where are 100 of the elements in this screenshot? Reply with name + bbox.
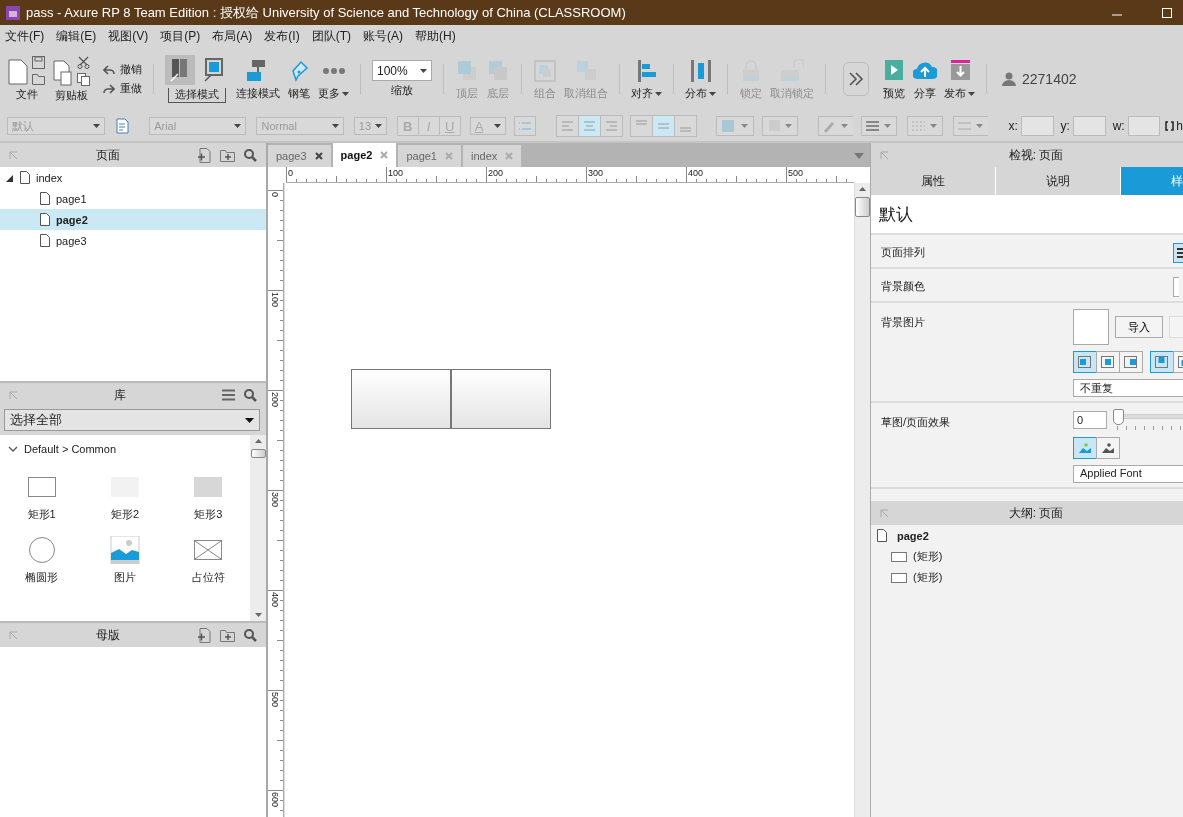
search-icon[interactable] [244,628,257,642]
toolbar-button[interactable]: 分享 [913,57,937,101]
toolbar-button[interactable]: 连接模式 [236,57,280,101]
arrow-style-icon[interactable] [952,116,989,136]
menu-item[interactable]: 账号(A) [363,28,403,45]
library-dropdown[interactable]: 选择全部 [4,409,260,431]
maximize-icon[interactable] [1161,6,1173,19]
pencil-icon[interactable] [817,116,854,136]
menu-item[interactable]: 视图(V) [108,28,149,45]
rectangle-widget[interactable] [451,369,551,429]
scrollbar-thumb[interactable] [250,449,266,458]
library-widget[interactable]: 占位符 [166,536,250,585]
page-tree-item[interactable]: index [0,167,266,188]
page-tab[interactable]: page1 [398,145,461,167]
page-tab[interactable]: index [463,145,522,167]
page-tree-item[interactable]: page3 [0,230,266,251]
inspector-tab[interactable]: 说明 [996,167,1120,195]
collapse-arrow-icon[interactable] [880,150,889,160]
library-widget[interactable]: 矩形3 [166,473,250,522]
menu-item[interactable]: 编辑(E) [56,28,97,45]
new-page-icon[interactable] [8,59,28,85]
shadow-icon[interactable] [761,116,798,136]
menu-item[interactable]: 项目(P) [160,28,201,45]
scrollbar[interactable] [854,183,870,817]
scroll-up-icon[interactable] [254,439,262,443]
scrollbar-thumb[interactable] [855,197,870,217]
toolbar-button[interactable]: 预览 [882,57,906,101]
add-page-icon[interactable] [197,147,211,163]
collapse-arrow-icon[interactable] [9,150,18,160]
search-icon[interactable] [244,388,257,402]
toolbar-button[interactable]: 分布 [685,57,716,101]
coordinate-field[interactable] [1020,116,1054,136]
close-icon[interactable] [314,152,323,160]
page-tree-item[interactable]: page2 [0,209,266,230]
folder-icon[interactable] [32,73,46,85]
sketch-value-field[interactable]: 0 [1073,411,1107,429]
page-tab[interactable]: page2 [332,143,397,167]
page-tab[interactable]: page3 [268,145,331,167]
menu-item[interactable]: 布局(A) [212,28,253,45]
collapse-arrow-icon[interactable] [9,630,18,640]
collapse-arrow-icon[interactable] [880,508,889,518]
toolbar-button[interactable]: 发布 [944,57,975,101]
slider-thumb[interactable] [1113,409,1124,425]
image-align-icon[interactable] [1073,351,1097,373]
rectangle-widget[interactable] [351,369,451,429]
line-style-icon[interactable] [907,116,943,136]
scroll-down-icon[interactable] [254,613,262,617]
import-button[interactable]: 导入 [1115,316,1163,338]
library-widget[interactable]: 矩形2 [83,473,167,522]
menu-item[interactable]: 文件(F) [5,28,45,45]
outline-item[interactable]: page2 [871,525,1183,546]
history-button[interactable]: 重做 [103,81,142,96]
user-name[interactable]: 2271402 [1022,71,1077,87]
chevron-down-icon[interactable] [8,446,18,452]
copy-icon[interactable] [77,72,90,86]
image-align-icon[interactable] [1119,351,1143,373]
line-weight-icon[interactable] [861,116,898,136]
grayscale-image-icon[interactable] [1096,437,1120,459]
toolbar-button[interactable]: 对齐 [631,57,662,101]
library-section-title[interactable]: Default > Common [24,443,116,455]
color-swatch[interactable] [1173,277,1179,297]
font-dropdown[interactable]: Applied Font [1073,465,1183,483]
color-image-icon[interactable] [1073,437,1097,459]
outline-item[interactable]: (矩形) [871,546,1183,567]
menu-item[interactable]: 团队(T) [311,28,351,45]
scroll-up-icon[interactable] [859,187,866,191]
coordinate-field[interactable] [1072,116,1106,136]
toolbar-button[interactable]: 钢笔 [287,57,311,101]
image-valign-icon[interactable] [1150,351,1174,373]
scrollbar[interactable] [250,435,266,621]
caret-icon [709,91,716,96]
double-chevron-button[interactable] [843,62,869,96]
expand-triangle-icon[interactable] [6,173,14,182]
style-edit-icon[interactable] [115,118,132,134]
coordinate-field[interactable] [1127,116,1161,136]
add-folder-icon[interactable] [220,628,235,642]
library-widget[interactable]: 矩形1 [0,473,84,522]
paste-icon[interactable] [53,59,73,86]
zoom-dropdown[interactable]: 100% [372,60,432,81]
toolbar-button[interactable]: 更多 [318,57,349,101]
add-folder-icon[interactable] [220,148,235,162]
history-button[interactable]: 撤销 [103,62,142,77]
menu-icon[interactable] [222,389,235,401]
cut-icon[interactable] [77,55,90,69]
library-widget[interactable]: 椭圆形 [0,536,84,585]
menu-item[interactable]: 帮助(H) [415,28,456,45]
page-tree-item[interactable]: page1 [0,188,266,209]
search-icon[interactable] [244,148,257,162]
outline-item[interactable]: (矩形) [871,567,1183,588]
repeat-dropdown[interactable]: 不重复 [1073,379,1183,397]
add-page-icon[interactable] [197,627,211,643]
save-icon[interactable] [32,56,45,69]
menu-item[interactable]: 发布(I) [264,28,300,45]
collapse-arrow-icon[interactable] [9,390,18,400]
fill-color-icon[interactable] [716,116,754,136]
inspector-tab[interactable]: 属性 [871,167,995,195]
select-intersect-icon[interactable] [165,55,195,85]
image-align-icon[interactable] [1096,351,1120,373]
caret-icon[interactable] [854,153,864,159]
library-widget[interactable]: 图片 [83,536,167,585]
